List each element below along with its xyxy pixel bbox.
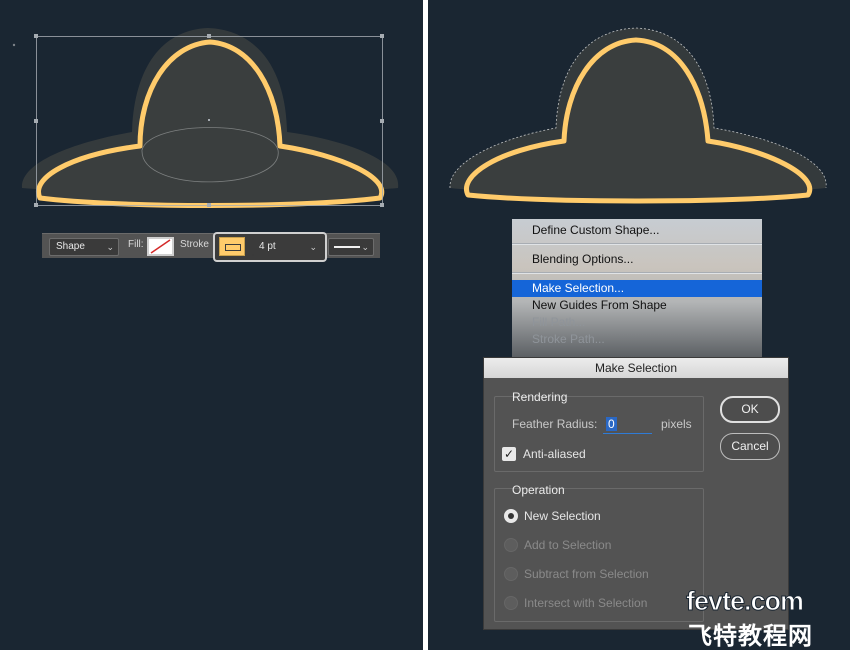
watermark-chinese-text: 飞特教程网 [688, 623, 813, 650]
left-canvas-panel: Shape ⌄ Fill: Stroke 4 pt ⌄ ⌄ [0, 0, 423, 650]
layer-context-menu: Define Custom Shape... Blending Options.… [512, 219, 762, 357]
feather-unit-label: pixels [661, 417, 692, 431]
stroke-type-select[interactable]: ⌄ [328, 238, 374, 256]
menu-item-blending-options[interactable]: Blending Options... [512, 251, 762, 268]
subtract-from-selection-label: Subtract from Selection [524, 567, 649, 581]
menu-item-fill-path: Fill Path... [532, 315, 586, 329]
menu-separator [512, 272, 762, 274]
operation-group-title: Operation [512, 483, 565, 497]
chevron-down-icon: ⌄ [309, 242, 317, 252]
right-canvas-panel: Define Custom Shape... Blending Options.… [428, 0, 850, 650]
intersect-with-selection-radio [504, 596, 518, 610]
solid-line-icon [334, 246, 360, 248]
hat-shape-artwork-left [12, 28, 399, 208]
cancel-button[interactable]: Cancel [720, 433, 780, 460]
menu-item-define-custom-shape[interactable]: Define Custom Shape... [512, 222, 762, 239]
dialog-title: Make Selection [484, 358, 788, 378]
chevron-down-icon: ⌄ [361, 242, 369, 252]
watermark: fevte.com 飞特教程网 [684, 586, 850, 650]
new-selection-label: New Selection [524, 509, 601, 523]
add-to-selection-radio [504, 538, 518, 552]
stroke-color-swatch[interactable] [219, 237, 245, 256]
add-to-selection-label: Add to Selection [524, 538, 612, 552]
new-selection-radio[interactable] [504, 509, 518, 523]
watermark-logo: fevte.com [685, 586, 804, 617]
intersect-with-selection-label: Intersect with Selection [524, 596, 648, 610]
menu-item-make-selection[interactable]: Make Selection... [512, 280, 762, 297]
shape-mode-select[interactable]: Shape ⌄ [49, 238, 119, 256]
no-fill-slash-icon [150, 239, 171, 254]
checkmark-icon: ✓ [503, 447, 515, 461]
feather-radius-label: Feather Radius: [512, 417, 598, 431]
stroke-width-value: 4 pt [259, 241, 276, 252]
shape-mode-value: Shape [56, 241, 85, 252]
feather-radius-input[interactable]: 0 [603, 415, 652, 434]
hat-outline [464, 37, 813, 204]
fill-swatch-none[interactable] [147, 237, 174, 256]
fill-label: Fill: [128, 239, 144, 250]
stroke-width-select[interactable]: 4 pt ⌄ [252, 238, 322, 256]
ok-button[interactable]: OK [720, 396, 780, 423]
feather-radius-value: 0 [606, 417, 617, 431]
anti-aliased-checkbox[interactable]: ✓ [502, 447, 516, 461]
subtract-from-selection-radio [504, 567, 518, 581]
menu-separator [512, 243, 762, 245]
menu-item-new-guides-from-shape[interactable]: New Guides From Shape [512, 297, 762, 314]
menu-item-stroke-path: Stroke Path... [532, 332, 605, 346]
stroke-label: Stroke [180, 239, 209, 250]
shape-options-bar: Shape ⌄ Fill: Stroke 4 pt ⌄ ⌄ [42, 232, 380, 262]
rendering-group-title: Rendering [512, 390, 568, 404]
hat-outline [36, 39, 385, 208]
chevron-down-icon: ⌄ [106, 242, 114, 252]
anti-aliased-label: Anti-aliased [523, 447, 586, 461]
